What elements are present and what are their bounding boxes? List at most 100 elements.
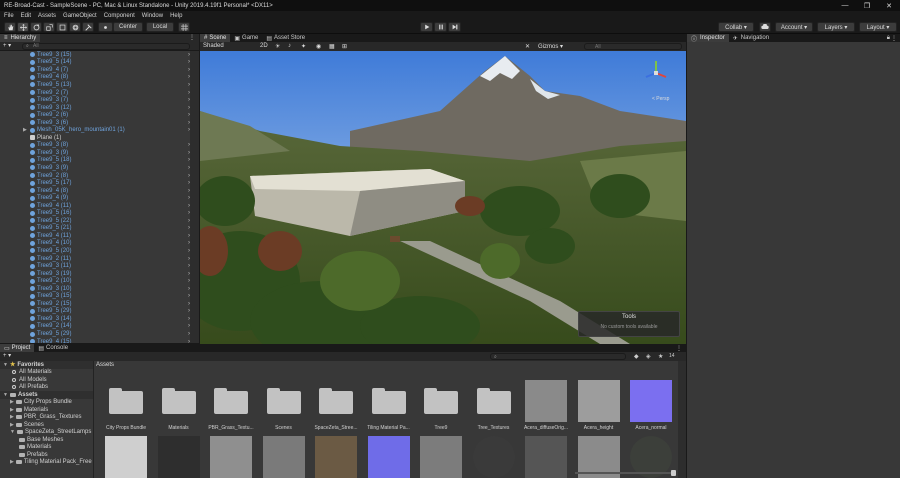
project-tree-item[interactable]: ▼ Assets (0, 391, 93, 399)
hierarchy-row[interactable]: Tree9_3 (15) › (0, 293, 190, 301)
hierarchy-row[interactable]: Tree9_3 (7) › (0, 96, 190, 104)
folder-asset[interactable]: SpaceZeta_Stree... (312, 379, 360, 439)
hierarchy-row[interactable]: Tree9_5 (16) › (0, 209, 190, 217)
hierarchy-row[interactable]: Tree9_3 (19) › (0, 270, 190, 278)
breadcrumb[interactable]: Assets (96, 362, 114, 368)
tools-icon[interactable]: ✕ (525, 43, 530, 50)
panel-menu-icon[interactable]: ⋮ (676, 345, 682, 352)
create-dropdown[interactable]: + ▾ (3, 352, 11, 359)
project-scrollbar[interactable] (678, 361, 686, 478)
hierarchy-row[interactable]: Tree9_5 (29) › (0, 330, 190, 338)
hierarchy-row[interactable]: Tree9_2 (10) › (0, 277, 190, 285)
expand-arrow-icon[interactable]: ▶ (10, 459, 14, 465)
scene-viewport[interactable]: < Persp Tools No custom tools available (200, 51, 686, 344)
local-toggle[interactable]: Local (146, 22, 174, 32)
move-tool-button[interactable] (17, 22, 29, 32)
project-tree-item[interactable]: ▶ Materials (0, 406, 93, 414)
menu-gameobject[interactable]: GameObject (63, 13, 97, 19)
project-search-input[interactable]: ⌕ (490, 353, 626, 360)
tab-navigation[interactable]: ✈ Navigation (729, 34, 773, 42)
hierarchy-row[interactable]: Tree9_4 (10) › (0, 240, 190, 248)
hierarchy-row[interactable]: Tree9_4 (9) › (0, 194, 190, 202)
rotate-tool-button[interactable] (30, 22, 42, 32)
hierarchy-row[interactable]: Tree9_4 (11) › (0, 232, 190, 240)
asset-thumbnail[interactable] (470, 435, 518, 478)
pause-button[interactable] (434, 22, 447, 32)
expand-arrow-icon[interactable]: ▼ (3, 362, 8, 368)
scale-tool-button[interactable] (43, 22, 55, 32)
hierarchy-row[interactable]: Tree9_3 (14) › (0, 315, 190, 323)
menu-file[interactable]: File (4, 13, 14, 19)
hierarchy-row[interactable]: Tree9_4 (11) › (0, 202, 190, 210)
project-tree-item[interactable]: ▶ PBR_Grass_Textures (0, 414, 93, 422)
tab-project[interactable]: ▭ Project (0, 344, 35, 352)
project-tree-item[interactable]: ▶ City Props Bundle (0, 399, 93, 407)
menu-help[interactable]: Help (170, 13, 182, 19)
panel-menu-icon[interactable]: ⋮ (891, 35, 897, 42)
hierarchy-row[interactable]: Tree9_5 (29) › (0, 308, 190, 316)
layers-dropdown[interactable]: Layers ▾ (817, 22, 855, 32)
layout-dropdown[interactable]: Layout ▾ (859, 22, 897, 32)
tab-game[interactable]: ▣ Game (230, 34, 262, 42)
2d-toggle[interactable]: 2D (260, 43, 268, 49)
hierarchy-row[interactable]: Tree9_5 (17) › (0, 179, 190, 187)
hierarchy-scrollbar[interactable] (190, 51, 199, 343)
project-tree-item[interactable]: All Materials (0, 369, 93, 377)
asset-thumbnail[interactable] (260, 435, 308, 478)
hierarchy-row[interactable]: Tree9_3 (11) › (0, 262, 190, 270)
project-tree-item[interactable]: ▶ Tiling Material Pack_Free (0, 459, 93, 467)
texture-asset[interactable]: Acera_normal (627, 379, 675, 439)
tab-console[interactable]: ▤ Console (34, 344, 72, 352)
asset-thumbnail[interactable] (365, 435, 413, 478)
folder-asset[interactable]: Tree_Textures (470, 379, 518, 439)
slider-thumb[interactable] (671, 470, 676, 476)
collab-button[interactable]: Collab ▾ (718, 22, 754, 32)
maximize-button[interactable]: ❐ (856, 0, 878, 11)
folder-asset[interactable]: City Props Bundle (102, 379, 150, 439)
hierarchy-row[interactable]: Tree9_3 (10) › (0, 285, 190, 293)
folder-asset[interactable]: Scenes (260, 379, 308, 439)
gizmos-dropdown[interactable]: Gizmos ▾ (538, 43, 563, 50)
hierarchy-row[interactable]: Tree9_3 (9) › (0, 164, 190, 172)
hierarchy-row[interactable]: Tree9_5 (20) › (0, 247, 190, 255)
tab-inspector[interactable]: ⓘ Inspector (687, 34, 729, 43)
project-tree-item[interactable]: Base Meshes (0, 436, 93, 444)
rect-tool-button[interactable] (56, 22, 68, 32)
scene-search-input[interactable]: All (584, 43, 682, 50)
folder-asset[interactable]: Tree9 (417, 379, 465, 439)
asset-thumbnail[interactable] (417, 435, 465, 478)
hierarchy-row[interactable]: Tree9_3 (12) › (0, 104, 190, 112)
hierarchy-row[interactable]: Tree9_2 (14) › (0, 323, 190, 331)
close-button[interactable]: ✕ (878, 0, 900, 11)
lock-icon[interactable]: 🔒︎ (887, 35, 890, 42)
minimize-button[interactable]: — (834, 0, 856, 11)
hidden-objects-icon[interactable]: ◉ (316, 43, 321, 50)
expand-arrow-icon[interactable]: ▼ (3, 392, 8, 398)
texture-asset[interactable]: Acera_diffuseOrig... (522, 379, 570, 439)
texture-asset[interactable]: Acera_height (575, 379, 623, 439)
asset-thumbnail[interactable] (312, 435, 360, 478)
asset-thumbnail[interactable] (522, 435, 570, 478)
hierarchy-row[interactable]: Tree9_4 (8) › (0, 187, 190, 195)
expand-arrow-icon[interactable]: ▶ (10, 407, 14, 413)
hierarchy-row[interactable]: Tree9_3 (9) › (0, 149, 190, 157)
project-tree-item[interactable]: Materials (0, 444, 93, 452)
center-toggle[interactable]: Center (113, 22, 143, 32)
expand-arrow-icon[interactable]: ▼ (10, 429, 15, 435)
hierarchy-row[interactable]: Tree9_2 (6) › (0, 111, 190, 119)
folder-asset[interactable]: Materials (155, 379, 203, 439)
thumbnail-size-slider[interactable] (575, 470, 676, 476)
custom-tool-button[interactable] (82, 22, 94, 32)
hierarchy-row[interactable]: Tree9_5 (18) › (0, 157, 190, 165)
asset-thumbnail[interactable] (102, 435, 150, 478)
shading-mode-dropdown[interactable]: Shaded (203, 43, 224, 49)
hierarchy-row[interactable]: Tree9_3 (8) › (0, 142, 190, 150)
project-tree-item[interactable]: ▼ SpaceZeta_StreetLamps (0, 429, 93, 437)
asset-thumbnail[interactable] (155, 435, 203, 478)
project-tree-item[interactable]: All Prefabs (0, 384, 93, 392)
search-by-label-icon[interactable]: ◈ (646, 353, 651, 360)
menu-assets[interactable]: Assets (38, 13, 56, 19)
project-tree-item[interactable]: All Models (0, 376, 93, 384)
hand-tool-button[interactable] (4, 22, 16, 32)
hierarchy-row[interactable]: Tree9_4 (8) › (0, 74, 190, 82)
